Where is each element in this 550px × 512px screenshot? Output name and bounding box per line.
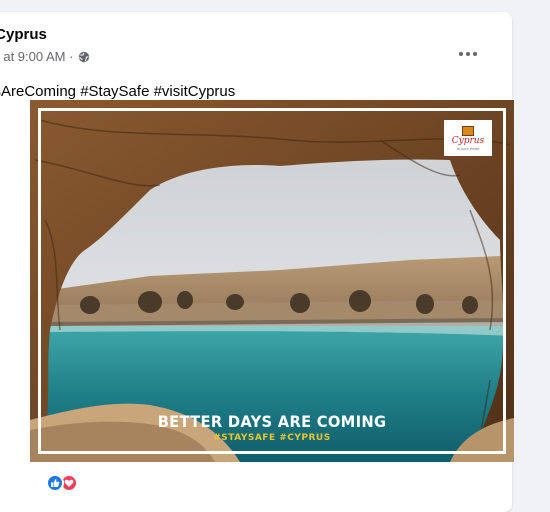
logo-subtext: in your heart bbox=[456, 145, 480, 151]
cyprus-logo: Cyprus in your heart bbox=[444, 120, 492, 156]
post-timestamp[interactable]: l 4 at 9:00 AM · bbox=[0, 49, 73, 64]
like-reaction-icon bbox=[46, 474, 64, 492]
image-headline: BETTER DAYS ARE COMING bbox=[157, 412, 387, 431]
image-hashtags: #STAYSAFE #CYPRUS bbox=[213, 433, 331, 443]
logo-sun-icon bbox=[462, 125, 474, 136]
more-options-button[interactable] bbox=[454, 40, 482, 68]
post-meta: l 4 at 9:00 AM · bbox=[0, 49, 90, 64]
logo-text: Cyprus bbox=[451, 135, 485, 146]
post-caption: ysAreComing #StaySafe #visitCyprus bbox=[0, 83, 236, 100]
globe-icon bbox=[79, 51, 90, 62]
page-name-link[interactable]: t Cyprus bbox=[0, 26, 47, 43]
more-horizontal-icon bbox=[459, 52, 463, 56]
sea-cave-photo bbox=[30, 100, 514, 462]
reactions-summary[interactable] bbox=[46, 474, 78, 492]
post-image[interactable]: Cyprus in your heart BETTER DAYS ARE COM… bbox=[30, 100, 514, 462]
